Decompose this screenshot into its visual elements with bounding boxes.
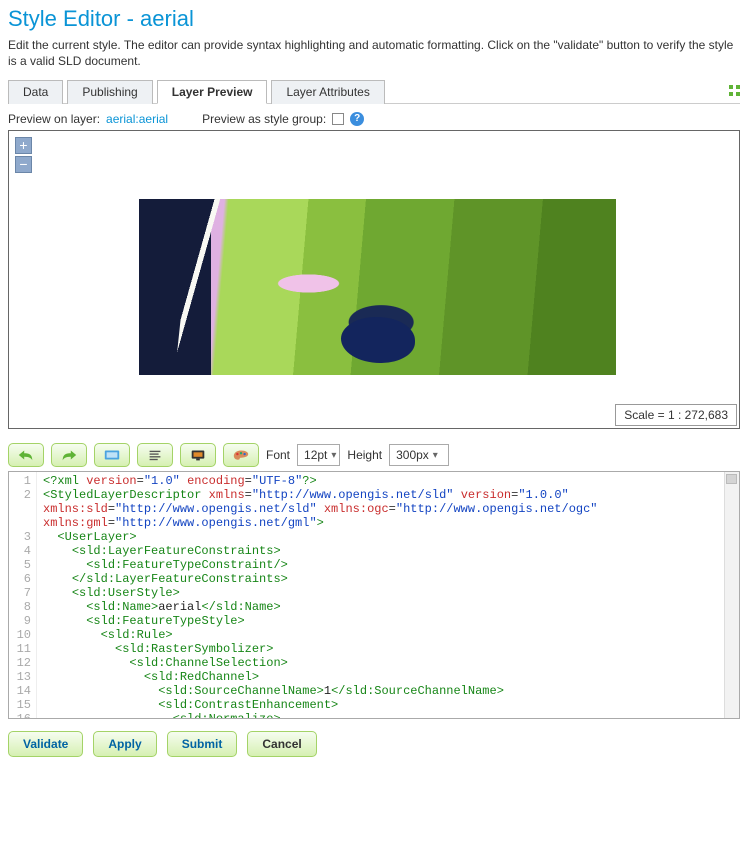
line-gutter: 1 2 3 4 5 6 7 8 9 10 11 12 13 14 15 16 1… <box>9 472 37 718</box>
action-bar: Validate Apply Submit Cancel <box>8 731 740 757</box>
expand-icon[interactable] <box>729 85 740 98</box>
preview-group-checkbox[interactable] <box>332 113 344 125</box>
tab-layer-preview[interactable]: Layer Preview <box>157 80 268 104</box>
page-description: Edit the current style. The editor can p… <box>8 38 740 69</box>
zoom-out-button[interactable]: − <box>15 156 32 173</box>
preview-group-label: Preview as style group: <box>202 112 326 126</box>
editor-toolbar: Font 12pt▾ Height 300px▾ <box>8 443 740 467</box>
palette-button[interactable] <box>223 443 259 467</box>
validate-button[interactable]: Validate <box>8 731 83 757</box>
tab-data[interactable]: Data <box>8 80 63 104</box>
tabs-bar: Data Publishing Layer Preview Layer Attr… <box>8 79 740 104</box>
height-label: Height <box>347 448 382 462</box>
tab-publishing[interactable]: Publishing <box>67 80 152 104</box>
code-content[interactable]: <?xml version="1.0" encoding="UTF-8"?> <… <box>37 472 739 718</box>
display-button[interactable] <box>180 443 216 467</box>
editor-scrollbar[interactable] <box>724 472 739 718</box>
height-select[interactable]: 300px▾ <box>389 444 449 466</box>
redo-button[interactable] <box>51 443 87 467</box>
scrollbar-thumb[interactable] <box>726 474 737 484</box>
preview-bar: Preview on layer: aerial:aerial Preview … <box>8 112 740 126</box>
page-title: Style Editor - aerial <box>8 6 740 32</box>
scale-readout: Scale = 1 : 272,683 <box>615 404 737 426</box>
preview-label: Preview on layer: <box>8 112 100 126</box>
map-preview[interactable]: + − Scale = 1 : 272,683 <box>8 130 740 429</box>
format-button[interactable] <box>137 443 173 467</box>
chevron-down-icon: ▾ <box>331 450 336 461</box>
chevron-down-icon: ▾ <box>433 450 438 461</box>
font-select[interactable]: 12pt▾ <box>297 444 340 466</box>
cancel-button[interactable]: Cancel <box>247 731 316 757</box>
layer-button[interactable] <box>94 443 130 467</box>
preview-layer-link[interactable]: aerial:aerial <box>106 112 168 126</box>
apply-button[interactable]: Apply <box>93 731 156 757</box>
help-icon[interactable]: ? <box>350 112 364 126</box>
tab-layer-attributes[interactable]: Layer Attributes <box>271 80 384 104</box>
undo-button[interactable] <box>8 443 44 467</box>
map-image <box>139 199 616 375</box>
submit-button[interactable]: Submit <box>167 731 238 757</box>
code-editor[interactable]: 1 2 3 4 5 6 7 8 9 10 11 12 13 14 15 16 1… <box>8 471 740 719</box>
zoom-in-button[interactable]: + <box>15 137 32 154</box>
font-label: Font <box>266 448 290 462</box>
